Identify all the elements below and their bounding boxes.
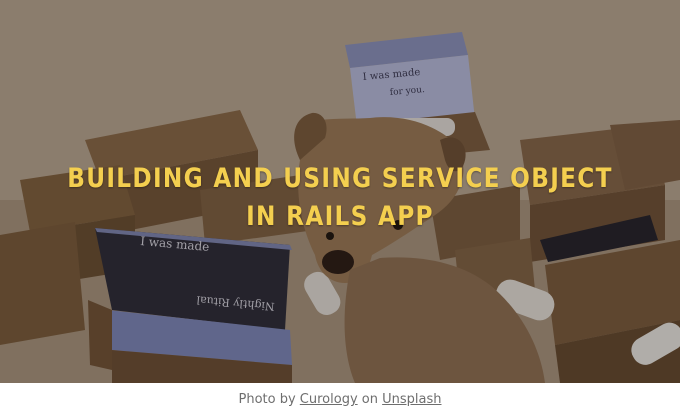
post-title-line-2: IN RAILS APP	[246, 201, 434, 232]
post-title-line-1: BUILDING AND USING SERVICE OBJECT	[67, 163, 613, 194]
unsplash-link[interactable]: Unsplash	[382, 392, 441, 407]
post-title: BUILDING AND USING SERVICE OBJECT IN RAI…	[48, 160, 633, 236]
photo-credit: Photo by Curology on Unsplash	[0, 392, 680, 407]
credit-middle: on	[361, 392, 378, 407]
credit-prefix: Photo by	[238, 392, 296, 407]
author-link[interactable]: Curology	[300, 392, 358, 407]
hero-image: I was made for you. I was made Nightly R…	[0, 0, 680, 383]
